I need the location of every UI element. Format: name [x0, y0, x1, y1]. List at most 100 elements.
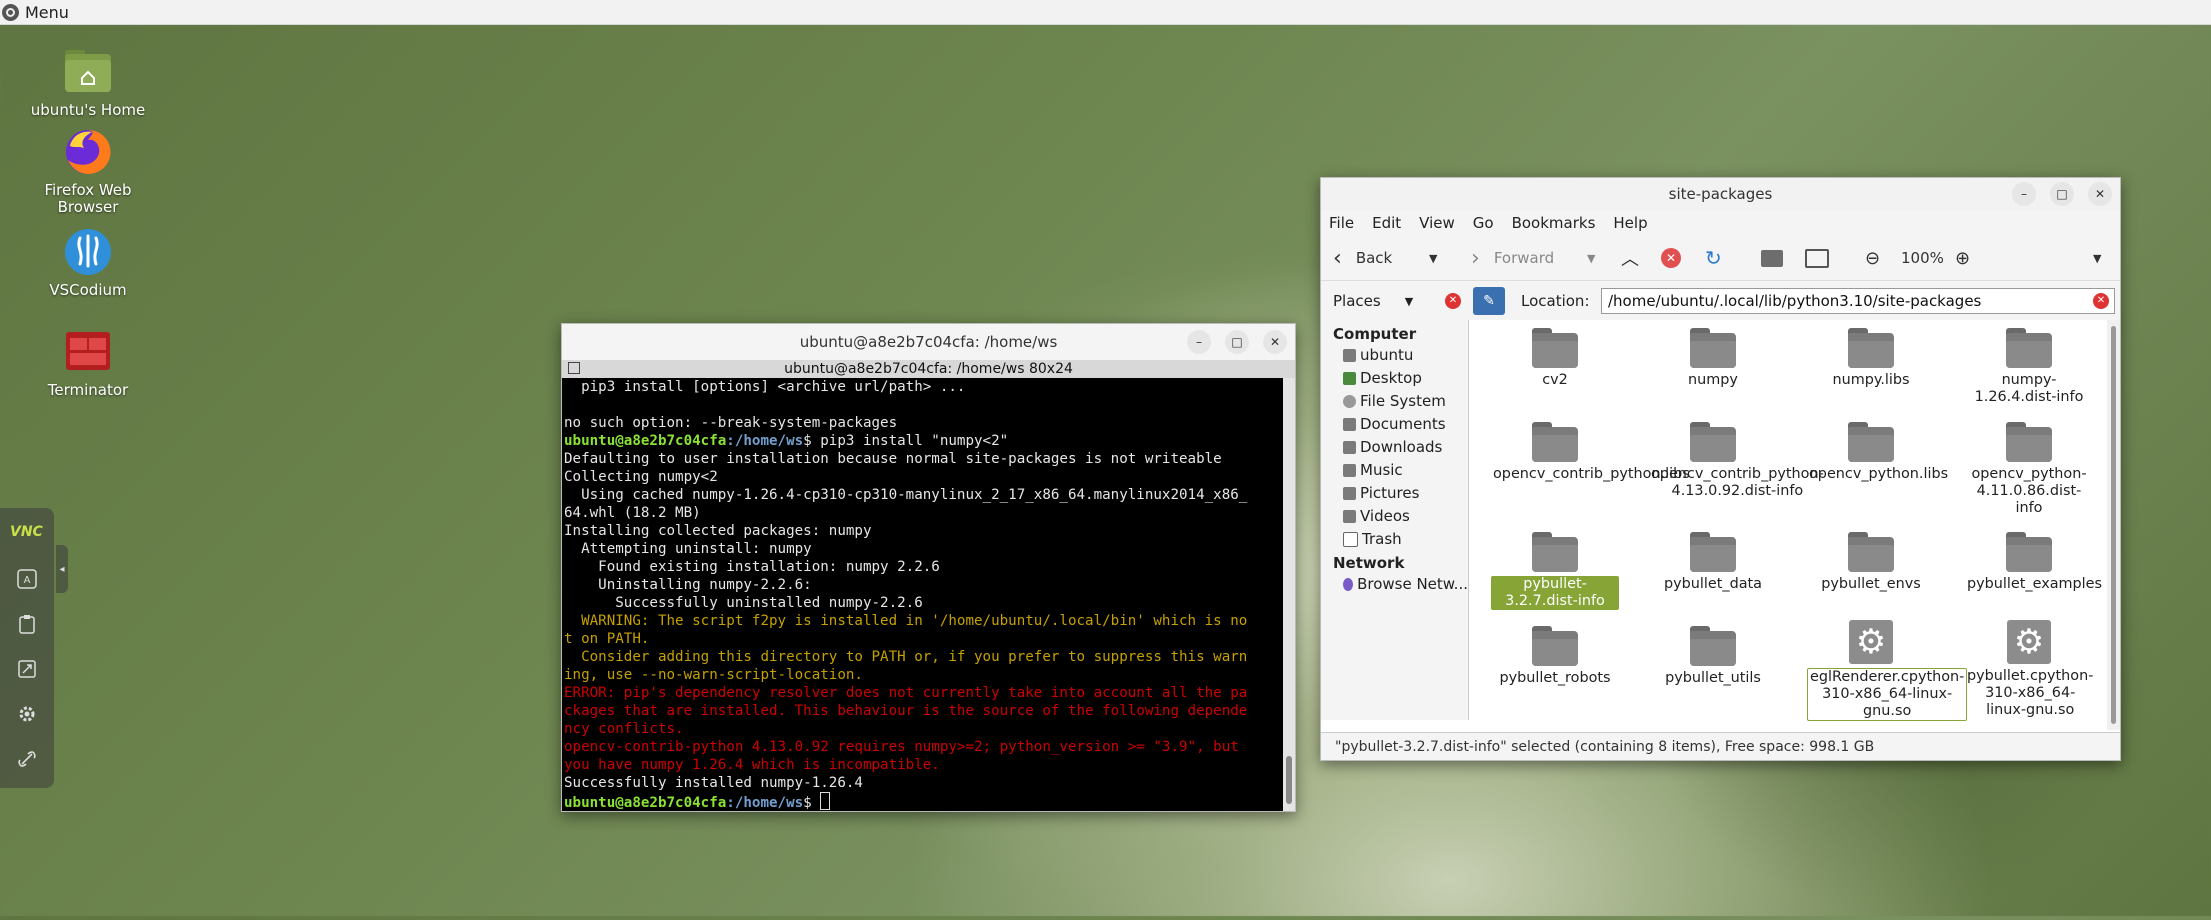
svg-text:A: A	[24, 575, 31, 586]
desktop-icon-label: ubuntu's Home	[30, 101, 146, 119]
minimize-icon[interactable]: –	[1187, 330, 1211, 354]
sidebar-item-documents[interactable]: Documents	[1321, 413, 1468, 436]
close-icon[interactable]: ✕	[1263, 330, 1287, 354]
menu-bookmarks[interactable]: Bookmarks	[1512, 214, 1596, 232]
desktop-icon-label: VSCodium	[49, 281, 127, 299]
forward-history-dropdown-icon[interactable]: ▼	[1587, 236, 1595, 280]
file-item-folder[interactable]: numpy-1.26.4.dist-info	[1965, 328, 2093, 406]
folder-icon	[1532, 422, 1578, 462]
keyboard-toggle-icon[interactable]: A	[12, 564, 42, 594]
clear-location-icon[interactable]: ✕	[2093, 293, 2109, 309]
terminal-line: Collecting numpy<2	[564, 469, 718, 485]
file-item-folder[interactable]: numpy	[1649, 328, 1777, 389]
sidebar-item-browse-network[interactable]: Browse Netw...	[1321, 573, 1468, 596]
terminal-cursor	[820, 792, 831, 810]
terminal-line: Successfully installed numpy-1.26.4	[564, 775, 863, 791]
sidebar-item-file-system[interactable]: File System	[1321, 390, 1468, 413]
file-grid: cv2 numpy numpy.libs numpy-1.26.4.dist-i…	[1469, 320, 2107, 730]
zoom-in-icon[interactable]: ⊕	[1955, 236, 1970, 280]
desktop-icon-firefox[interactable]: Firefox Web Browser	[23, 126, 153, 216]
sidebar-item-videos[interactable]: Videos	[1321, 505, 1468, 528]
folder-icon	[1343, 441, 1356, 454]
menu-view[interactable]: View	[1419, 214, 1455, 232]
edit-location-toggle[interactable]: ✎	[1473, 287, 1505, 315]
sidebar-item-downloads[interactable]: Downloads	[1321, 436, 1468, 459]
desktop-icon-terminator[interactable]: Terminator	[23, 326, 153, 399]
file-item-folder-selected[interactable]: pybullet-3.2.7.dist-info	[1491, 532, 1619, 610]
firefox-icon	[62, 126, 114, 178]
sidebar-item-music[interactable]: Music	[1321, 459, 1468, 482]
file-item-folder[interactable]: pybullet_robots	[1491, 626, 1619, 687]
folder-icon	[1343, 464, 1356, 477]
terminal-titlebar[interactable]: ubuntu@a8e2b7c04cfa: /home/ws – □ ✕	[562, 324, 1295, 360]
status-bar: "pybullet-3.2.7.dist-info" selected (con…	[1321, 732, 2120, 760]
terminal-error-line: opencv-contrib-python 4.13.0.92 requires…	[564, 739, 1239, 755]
file-item-folder[interactable]: pybullet_examples	[1965, 532, 2102, 593]
reload-icon[interactable]: ↻	[1705, 236, 1722, 280]
file-item-folder[interactable]: opencv_python.libs	[1807, 422, 1948, 483]
prompt-user: ubuntu@a8e2b7c04cfa	[564, 433, 727, 449]
file-item-folder[interactable]: cv2	[1491, 328, 1619, 389]
sidebar-item-pictures[interactable]: Pictures	[1321, 482, 1468, 505]
trash-icon	[1343, 532, 1358, 547]
file-item-folder[interactable]: pybullet_data	[1649, 532, 1777, 593]
desktop-icon	[1343, 372, 1356, 385]
sidebar-item-desktop[interactable]: Desktop	[1321, 367, 1468, 390]
menu-button[interactable]: Menu	[2, 0, 69, 24]
back-history-dropdown-icon[interactable]: ▼	[1429, 236, 1437, 280]
desktop-icon-vscodium[interactable]: VSCodium	[23, 226, 153, 299]
sidebar-item-ubuntu[interactable]: ubuntu	[1321, 344, 1468, 367]
menu-help[interactable]: Help	[1613, 214, 1647, 232]
menu-logo-icon	[2, 3, 19, 21]
home-folder-icon	[62, 46, 114, 98]
menu-edit[interactable]: Edit	[1372, 214, 1401, 232]
file-item-folder[interactable]: pybullet_envs	[1807, 532, 1935, 593]
maximize-icon[interactable]: □	[1225, 330, 1249, 354]
file-item-folder[interactable]: opencv_contrib_python-4.13.0.92.dist-inf…	[1649, 422, 1824, 500]
folder-icon	[1532, 328, 1578, 368]
terminal-output[interactable]: pip3 install [options] <archive url/path…	[562, 378, 1283, 811]
zoom-out-icon[interactable]: ⊖	[1865, 236, 1880, 280]
folder-icon	[1690, 328, 1736, 368]
places-dropdown[interactable]: Places ▼	[1333, 281, 1413, 321]
stop-icon[interactable]: ✕	[1661, 236, 1681, 280]
settings-gear-icon[interactable]	[12, 699, 42, 729]
computer-icon[interactable]	[1805, 236, 1829, 280]
sidebar-item-trash[interactable]: Trash	[1321, 528, 1468, 551]
menu-go[interactable]: Go	[1473, 214, 1494, 232]
layout-grid-icon[interactable]	[568, 362, 580, 374]
desktop-icon-label: Terminator	[47, 381, 129, 399]
menu-file[interactable]: File	[1329, 214, 1354, 232]
desktop-icon-home[interactable]: ubuntu's Home	[23, 46, 153, 119]
disconnect-icon[interactable]	[12, 744, 42, 774]
toolbar-more-dropdown-icon[interactable]: ▼	[2093, 236, 2101, 280]
location-input[interactable]: /home/ubuntu/.local/lib/python3.10/site-…	[1601, 288, 2115, 314]
clipboard-icon[interactable]	[12, 609, 42, 639]
file-item-folder[interactable]: opencv_contrib_python.libs	[1491, 422, 1690, 483]
back-arrow-icon: ‹	[1333, 245, 1342, 271]
file-item-folder[interactable]: pybullet_utils	[1649, 626, 1777, 687]
parent-folder-icon[interactable]: ︿	[1621, 236, 1639, 280]
minimize-icon[interactable]: –	[2012, 182, 2036, 206]
file-grid-scrollbar[interactable]	[2107, 320, 2120, 730]
sidebar-heading-network: Network	[1333, 554, 1405, 572]
file-manager-title: site-packages	[1668, 185, 1773, 203]
top-panel: Menu	[0, 0, 2211, 25]
close-sidebar-icon[interactable]: ✕	[1445, 293, 1461, 309]
folder-icon	[1848, 328, 1894, 368]
close-icon[interactable]: ✕	[2088, 182, 2112, 206]
fullscreen-icon[interactable]	[12, 654, 42, 684]
vnc-panel-collapse-handle[interactable]: ◂	[56, 545, 68, 593]
maximize-icon[interactable]: □	[2050, 182, 2074, 206]
home-folder-icon[interactable]	[1761, 236, 1783, 280]
file-item-folder[interactable]: numpy.libs	[1807, 328, 1935, 389]
file-item-library[interactable]: ⚙ pybullet.cpython-310-x86_64-linux-gnu.s…	[1965, 620, 2093, 719]
forward-button[interactable]: › Forward	[1471, 236, 1554, 280]
terminal-scrollbar[interactable]	[1283, 378, 1295, 811]
terminal-error-line: ckages that are installed. This behaviou…	[564, 703, 1248, 719]
file-manager-titlebar[interactable]: site-packages – □ ✕	[1321, 178, 2120, 210]
file-item-folder[interactable]: opencv_python-4.11.0.86.dist-info	[1965, 422, 2093, 517]
back-button[interactable]: ‹ Back	[1333, 236, 1392, 280]
file-item-library[interactable]: ⚙ eglRenderer.cpython-310-x86_64-linux-gn…	[1807, 620, 1968, 721]
home-icon	[1343, 349, 1356, 362]
